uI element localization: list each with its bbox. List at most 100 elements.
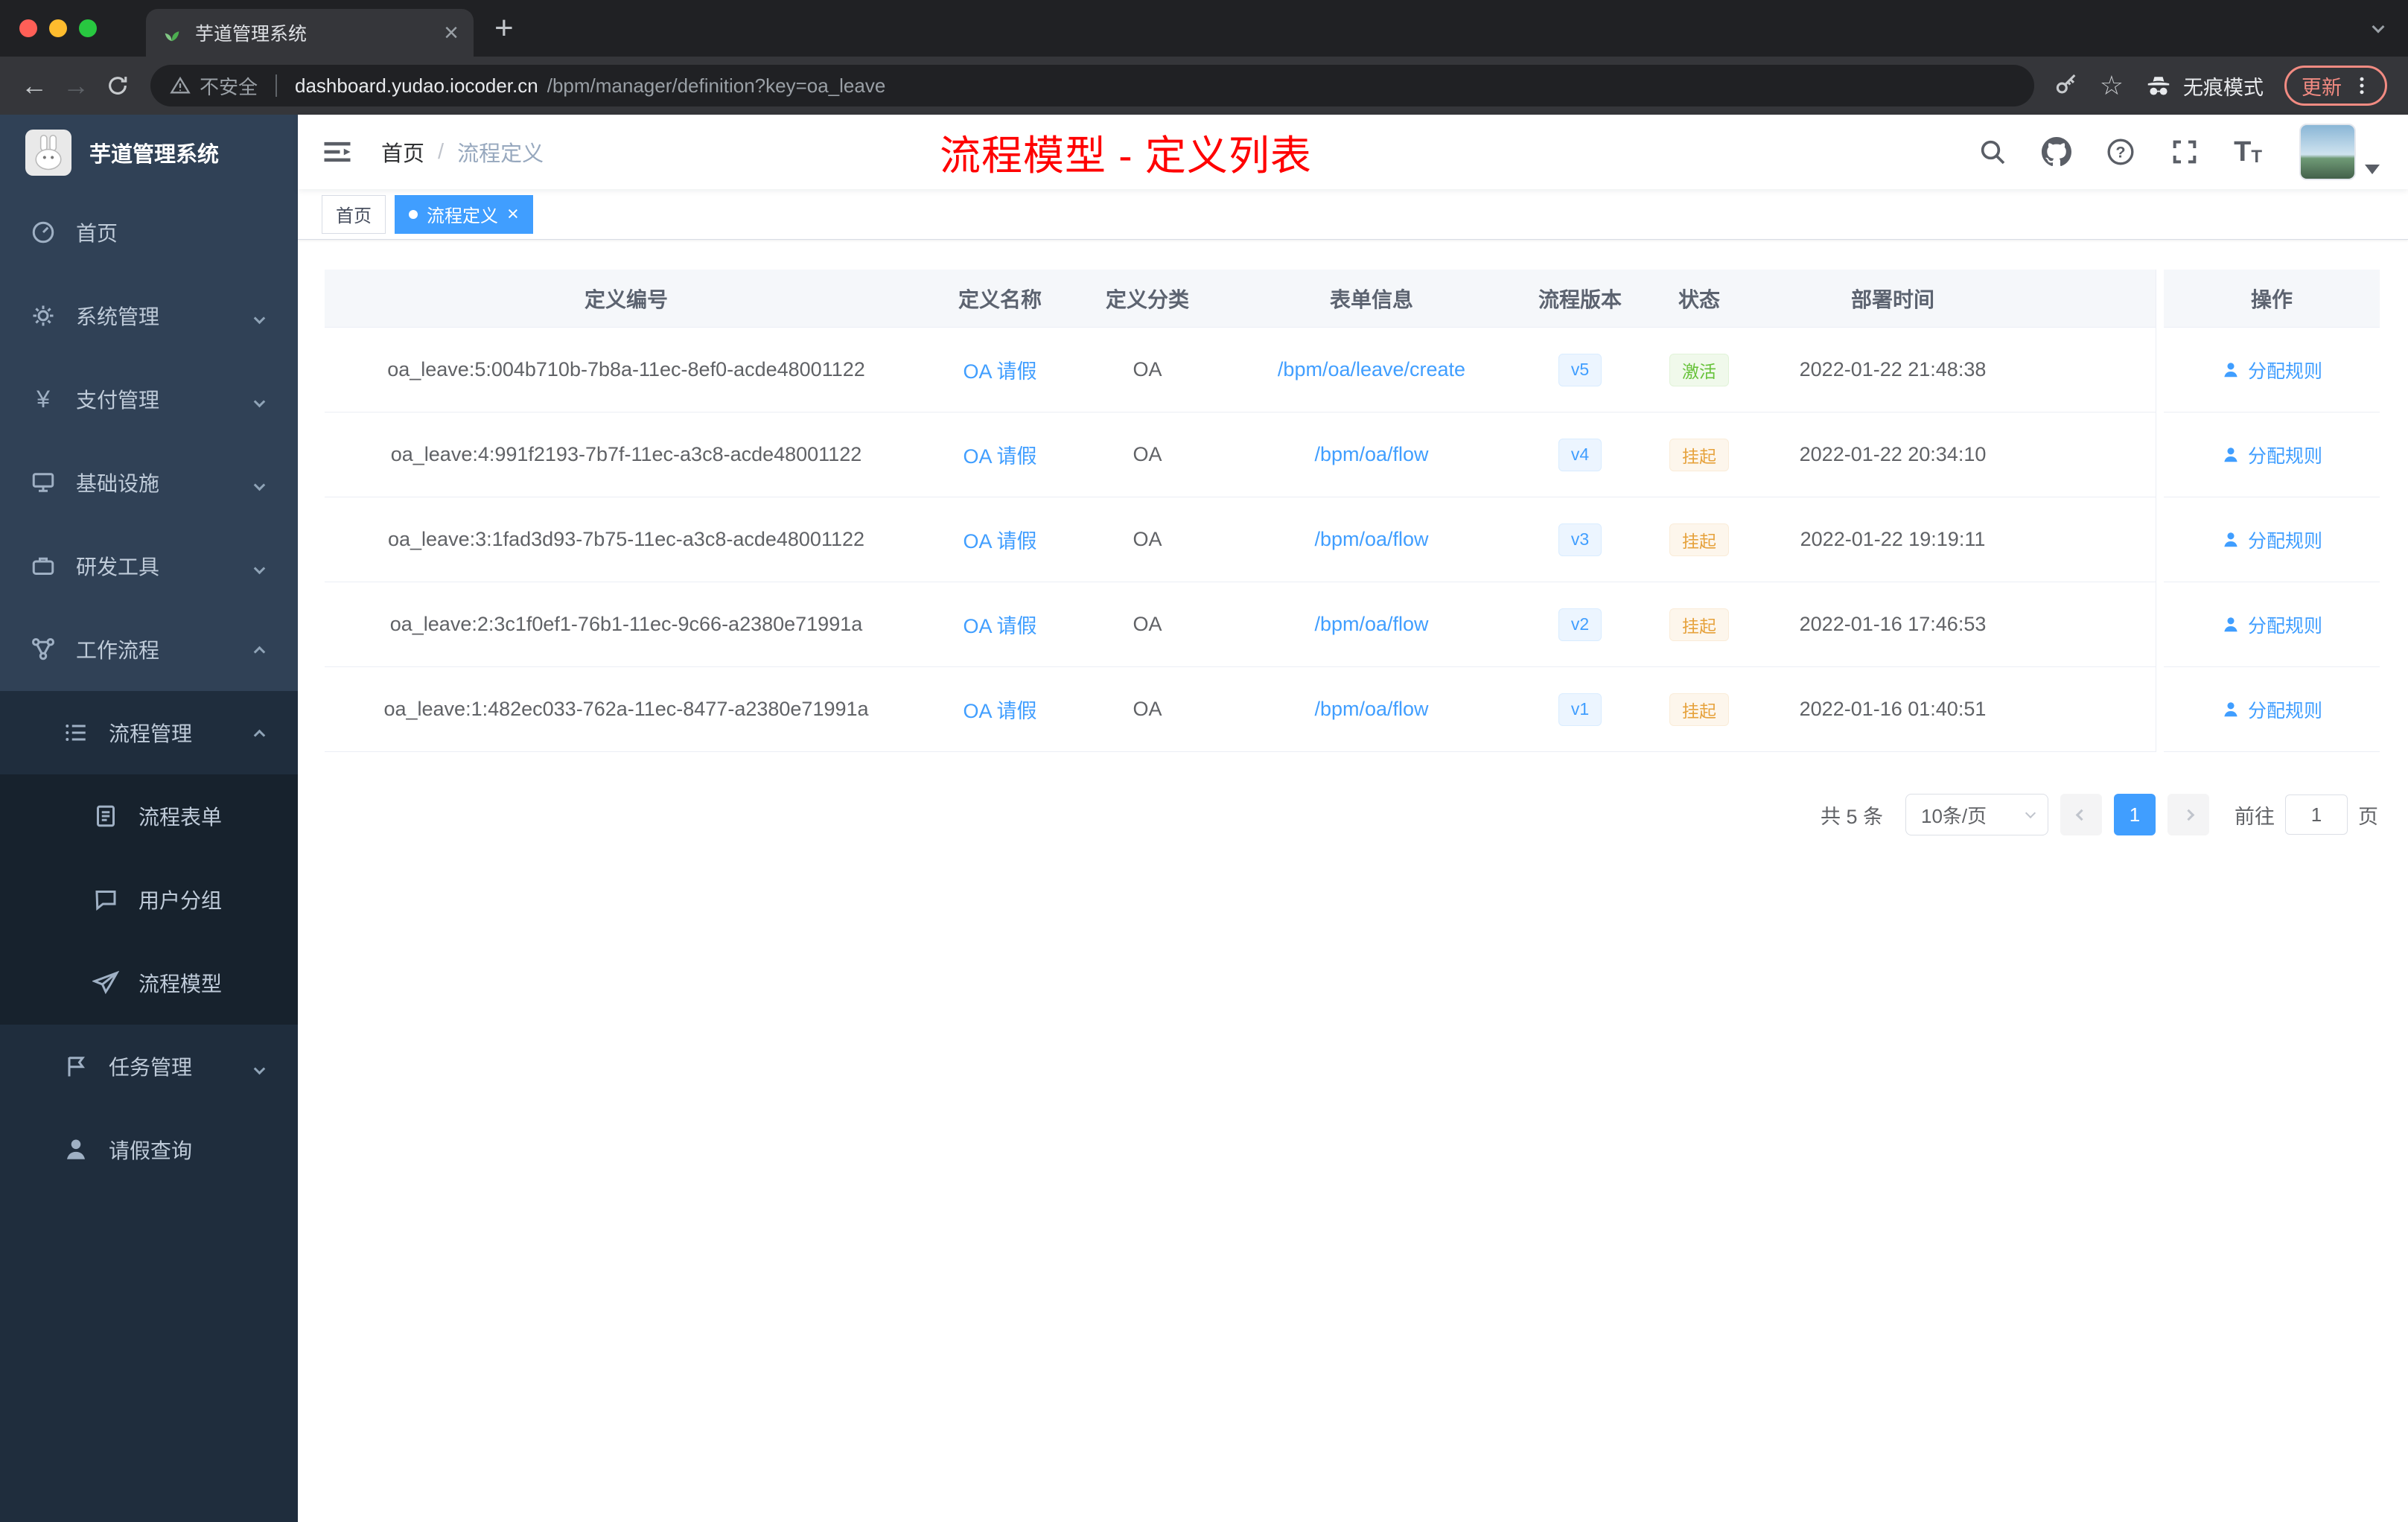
sidebar-item-payment[interactable]: ¥ 支付管理	[0, 357, 298, 441]
definition-name-link[interactable]: OA 请假	[963, 440, 1036, 469]
browser-tab[interactable]: 芋道管理系统 ×	[146, 9, 474, 57]
hamburger-icon[interactable]	[298, 136, 377, 168]
sidebar-item-label: 首页	[76, 222, 118, 245]
assign-rule-link[interactable]: 分配规则	[2221, 442, 2322, 468]
sidebar-item-leave-query[interactable]: 请假查询	[0, 1108, 298, 1191]
version-tag: v4	[1558, 438, 1602, 471]
table-row: oa_leave:2:3c1f0ef1-76b1-11ec-9c66-a2380…	[325, 582, 2156, 667]
search-icon[interactable]	[1978, 137, 2007, 167]
tag-home[interactable]: 首页	[322, 194, 386, 234]
svg-text:?: ?	[2115, 143, 2125, 162]
form-link[interactable]: /bpm/oa/leave/create	[1278, 358, 1465, 381]
form-link[interactable]: /bpm/oa/flow	[1314, 698, 1428, 721]
deploy-time: 2022-01-16 01:40:51	[1799, 698, 1987, 720]
status-badge: 挂起	[1669, 523, 1729, 556]
deploy-time: 2022-01-22 19:19:11	[1800, 528, 1986, 550]
tab-search-chevron-icon[interactable]	[2372, 20, 2385, 35]
sidebar-item-user-group[interactable]: 用户分组	[0, 858, 298, 941]
assign-rule-link[interactable]: 分配规则	[2221, 611, 2322, 638]
browser-menu-dots-icon[interactable]	[2351, 74, 2373, 97]
caret-down-icon[interactable]	[2365, 165, 2380, 174]
next-page-button[interactable]	[2167, 794, 2209, 835]
tab-close-icon[interactable]: ×	[444, 20, 459, 45]
form-link[interactable]: /bpm/oa/flow	[1314, 613, 1428, 636]
help-question-icon[interactable]: ?	[2106, 137, 2135, 167]
sidebar-item-infrastructure[interactable]: 基础设施	[0, 441, 298, 524]
url-bar[interactable]: 不安全 dashboard.yudao.iocoder.cn/bpm/manag…	[150, 65, 2034, 106]
password-key-icon[interactable]	[2054, 71, 2079, 101]
prev-page-button[interactable]	[2060, 794, 2102, 835]
update-button[interactable]: 更新	[2284, 66, 2387, 106]
back-icon[interactable]: ←	[13, 65, 55, 106]
page-number-button[interactable]: 1	[2114, 794, 2156, 835]
sidebar-item-home[interactable]: 首页	[0, 191, 298, 274]
url-host: dashboard.yudao.iocoder.cn	[295, 74, 538, 97]
sidebar-item-process-management[interactable]: 流程管理	[0, 691, 298, 774]
window-minimize-button[interactable]	[49, 19, 67, 37]
table-row: oa_leave:1:482ec033-762a-11ec-8477-a2380…	[325, 667, 2156, 752]
window-zoom-button[interactable]	[79, 19, 97, 37]
url-separator	[275, 74, 278, 97]
breadcrumb-home[interactable]: 首页	[381, 136, 424, 168]
person-icon	[2224, 447, 2237, 462]
page-size-value: 10条/页	[1921, 804, 1987, 827]
tag-close-icon[interactable]: ×	[507, 204, 519, 224]
sidebar-item-process-form[interactable]: 流程表单	[0, 774, 298, 858]
window-close-button[interactable]	[19, 19, 37, 37]
assign-rule-link[interactable]: 分配规则	[2221, 526, 2322, 553]
sidebar-item-label: 基础设施	[76, 472, 160, 495]
font-size-icon[interactable]: TT	[2234, 138, 2262, 166]
version-tag: v5	[1558, 353, 1602, 386]
form-link[interactable]: /bpm/oa/flow	[1314, 528, 1428, 551]
sidebar-filler	[0, 1191, 298, 1522]
column-header: 流程版本	[1538, 287, 1622, 311]
chevron-down-icon	[253, 304, 266, 328]
deploy-time: 2022-01-22 21:48:38	[1799, 358, 1987, 380]
tag-label: 流程定义	[427, 206, 498, 226]
sidebar-logo[interactable]: 芋道管理系统	[0, 115, 298, 191]
sidebar-item-workflow[interactable]: 工作流程	[0, 608, 298, 691]
user-menu[interactable]	[2299, 124, 2380, 180]
column-header: 部署时间	[1850, 287, 1934, 311]
person-icon	[2224, 362, 2237, 377]
sidebar-item-process-model[interactable]: 流程模型	[0, 941, 298, 1025]
new-tab-button[interactable]: +	[494, 12, 514, 45]
chevron-down-icon	[253, 554, 266, 578]
sidebar-item-system[interactable]: 系统管理	[0, 274, 298, 357]
column-header: 定义名称	[958, 287, 1042, 311]
sidebar-item-dev-tools[interactable]: 研发工具	[0, 524, 298, 608]
definition-id: oa_leave:3:1fad3d93-7b75-11ec-a3c8-acde4…	[387, 528, 865, 550]
definition-name-link[interactable]: OA 请假	[963, 525, 1036, 554]
annotation-title: 流程模型 - 定义列表	[940, 133, 1312, 179]
assign-rule-link[interactable]: 分配规则	[2221, 357, 2322, 383]
sidebar-item-label: 支付管理	[76, 389, 160, 412]
chevron-down-icon	[253, 471, 266, 494]
bookmark-star-icon[interactable]: ☆	[2100, 72, 2124, 99]
tag-process-definition[interactable]: 流程定义 ×	[395, 194, 533, 234]
forward-icon[interactable]: →	[55, 65, 97, 106]
definition-name-link[interactable]: OA 请假	[963, 355, 1036, 384]
definition-category: OA	[1133, 443, 1162, 465]
sidebar-item-label: 流程表单	[138, 806, 223, 829]
active-dot	[409, 209, 418, 219]
fullscreen-icon[interactable]	[2170, 137, 2200, 167]
form-link[interactable]: /bpm/oa/flow	[1314, 443, 1428, 466]
github-icon[interactable]	[2042, 137, 2072, 167]
sidebar-item-label: 流程管理	[109, 722, 193, 745]
column-header: 定义编号	[584, 287, 668, 311]
not-secure-warning-icon	[170, 76, 191, 94]
assign-rule-link[interactable]: 分配规则	[2221, 696, 2322, 723]
sidebar-item-label: 研发工具	[76, 555, 160, 579]
page-size-select[interactable]: 10条/页	[1905, 794, 2048, 835]
chevron-down-icon	[2025, 807, 2036, 819]
breadcrumb-current: 流程定义	[457, 142, 544, 166]
goto-page-input[interactable]	[2285, 795, 2348, 835]
content-area: 定义编号 定义名称 定义分类 表单信息 流程版本 状态 部署时间 oa_leav…	[298, 240, 2408, 1522]
avatar[interactable]	[2299, 124, 2356, 180]
reload-icon[interactable]	[97, 65, 138, 106]
status-badge: 挂起	[1669, 692, 1729, 726]
definition-name-link[interactable]: OA 请假	[963, 695, 1036, 724]
column-header: 表单信息	[1329, 287, 1413, 311]
sidebar-item-task-management[interactable]: 任务管理	[0, 1025, 298, 1108]
definition-name-link[interactable]: OA 请假	[963, 610, 1036, 639]
